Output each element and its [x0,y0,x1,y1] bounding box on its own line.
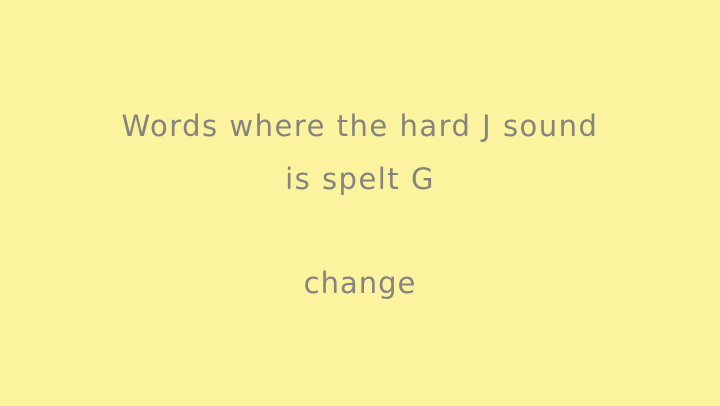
slide-title: Words where the hard J sound is spelt G [0,100,720,206]
example-word: change [303,266,417,300]
title-line-2: is spelt G [285,162,435,196]
flashcard-slide: Words where the hard J sound is spelt G … [0,0,720,406]
title-line-1: Words where the hard J sound [121,109,599,143]
